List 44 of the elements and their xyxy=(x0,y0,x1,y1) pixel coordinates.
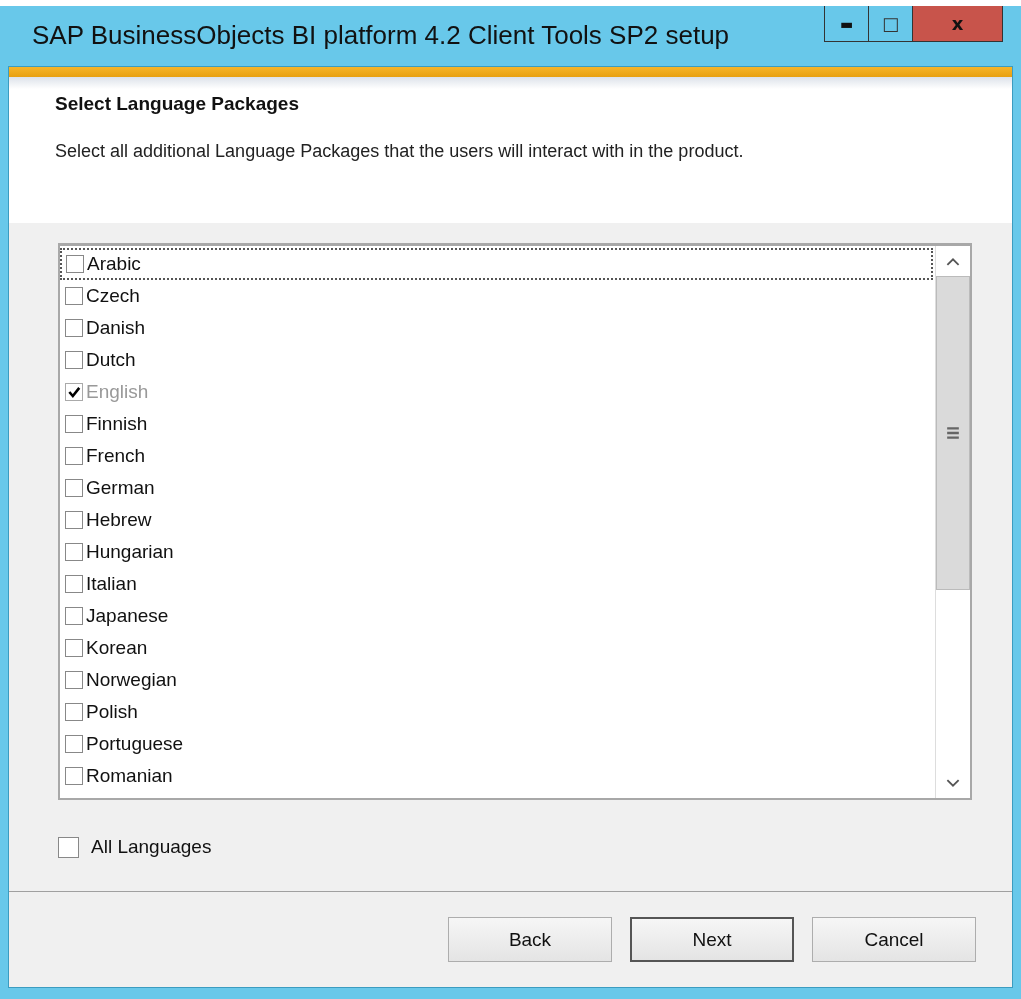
checkbox[interactable] xyxy=(65,479,83,497)
language-item[interactable]: Italian xyxy=(60,568,933,600)
language-item[interactable]: Hebrew xyxy=(60,504,933,536)
language-item[interactable]: Arabic xyxy=(60,248,933,280)
checkbox[interactable] xyxy=(65,351,83,369)
checkbox[interactable] xyxy=(65,543,83,561)
language-item[interactable]: Portuguese xyxy=(60,728,933,760)
window-title: SAP BusinessObjects BI platform 4.2 Client Tools SP2 setup xyxy=(32,20,730,51)
wizard-button[interactable]: Back xyxy=(448,917,612,962)
scrollbar-thumb[interactable] xyxy=(936,276,970,590)
language-item[interactable]: Korean xyxy=(60,632,933,664)
language-item[interactable]: Polish xyxy=(60,696,933,728)
all-languages-label: All Languages xyxy=(91,836,212,858)
checkbox[interactable] xyxy=(65,767,83,785)
checkbox[interactable] xyxy=(65,703,83,721)
checkbox[interactable] xyxy=(65,607,83,625)
language-item[interactable]: German xyxy=(60,472,933,504)
language-item[interactable]: Japanese xyxy=(60,600,933,632)
checkbox[interactable] xyxy=(65,447,83,465)
page-description: Select all additional Language Packages that the users will interact with in the product. xyxy=(55,141,745,162)
close-button[interactable]: x xyxy=(913,6,1003,42)
language-item[interactable]: Dutch xyxy=(60,344,933,376)
checkbox[interactable] xyxy=(65,575,83,593)
checkbox[interactable] xyxy=(65,639,83,657)
language-item[interactable]: Finnish xyxy=(60,408,933,440)
checkbox[interactable] xyxy=(65,735,83,753)
page-heading: Select Language Packages xyxy=(55,93,300,115)
wizard-button[interactable]: Next xyxy=(630,917,794,962)
checkbox[interactable] xyxy=(65,415,83,433)
checkbox[interactable] xyxy=(65,511,83,529)
checkbox[interactable] xyxy=(58,836,79,858)
language-item[interactable]: Romanian xyxy=(60,760,933,792)
minimize-button[interactable]: ▬ xyxy=(824,6,869,42)
maximize-button[interactable]: □ xyxy=(869,6,913,42)
checkbox[interactable] xyxy=(65,287,83,305)
checkbox[interactable] xyxy=(65,671,83,689)
language-item[interactable]: French xyxy=(60,440,933,472)
checkbox[interactable] xyxy=(66,255,84,273)
language-item[interactable]: Hungarian xyxy=(60,536,933,568)
checkbox[interactable] xyxy=(65,319,83,337)
language-item[interactable]: Danish xyxy=(60,312,933,344)
language-item[interactable]: Norwegian xyxy=(60,664,933,696)
language-item[interactable]: Czech xyxy=(60,280,933,312)
wizard-button[interactable]: Cancel xyxy=(812,917,976,962)
